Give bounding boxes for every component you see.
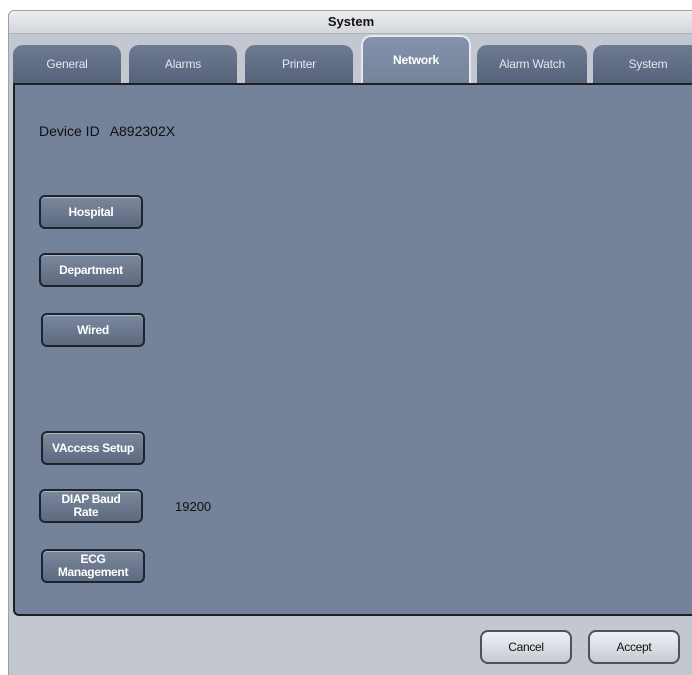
diap-baud-rate-label-line2: Rate [73, 505, 99, 519]
tab-alarms[interactable]: Alarms [129, 45, 237, 83]
tab-printer[interactable]: Printer [245, 45, 353, 83]
hospital-button[interactable]: Hospital [39, 195, 143, 229]
wired-button[interactable]: Wired [41, 313, 145, 347]
diap-baud-rate-value: 19200 [175, 499, 212, 514]
cancel-button[interactable]: Cancel [480, 630, 572, 664]
accept-button[interactable]: Accept [588, 630, 680, 664]
device-id: Device ID A892302X [39, 123, 185, 139]
diap-baud-rate-button[interactable]: DIAP Baud Rate [39, 489, 143, 523]
tab-alarm-watch[interactable]: Alarm Watch [477, 45, 587, 83]
network-panel: Device ID A892302X Hospital Department Wi… [13, 83, 692, 616]
tab-general[interactable]: General [13, 45, 121, 83]
tab-system[interactable]: System [593, 45, 692, 83]
tab-bar: General Alarms Printer Network Alarm Wat… [9, 35, 692, 87]
system-dialog: System General Alarms Printer Network Al… [8, 10, 692, 675]
device-id-value: A892302X [109, 123, 176, 139]
vaccess-setup-button[interactable]: VAccess Setup [41, 431, 145, 465]
dialog-title: System [9, 11, 692, 34]
department-button[interactable]: Department [39, 253, 143, 287]
tab-network[interactable]: Network [361, 35, 471, 83]
device-id-label: Device ID [39, 123, 100, 139]
ecg-management-button[interactable]: ECG Management [41, 549, 145, 583]
ecg-management-label-line2: Management [57, 565, 129, 579]
